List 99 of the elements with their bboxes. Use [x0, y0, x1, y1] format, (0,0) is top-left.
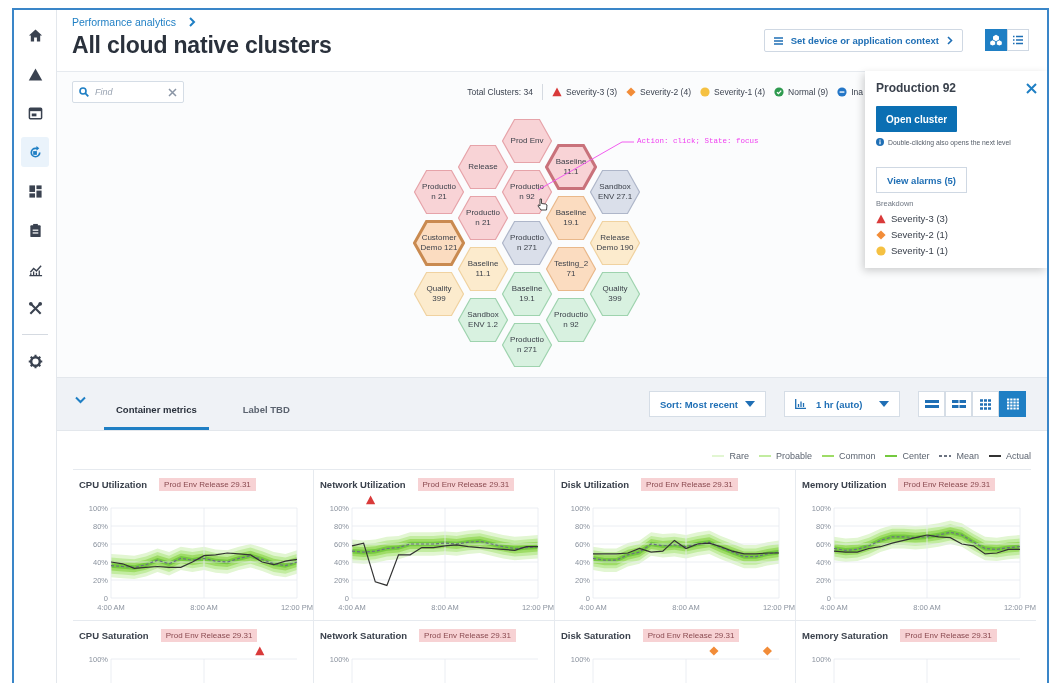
legend-label: Common	[838, 451, 876, 461]
clipboard-icon	[27, 222, 43, 238]
page-title: All cloud native clusters	[72, 32, 332, 59]
warning-triangle-icon	[366, 495, 376, 505]
settings-icon	[27, 353, 43, 369]
panel-title: Production 92	[876, 81, 956, 95]
breakdown-item: Severity-2 (1)	[891, 229, 948, 240]
chevron-down-icon[interactable]	[75, 396, 86, 404]
open-cluster-button[interactable]: Open cluster	[876, 106, 958, 132]
release-tag: Prod Env Release 29.31	[898, 477, 996, 491]
time-range-dropdown[interactable]: 1 hr (auto)	[784, 391, 900, 417]
breadcrumb-link[interactable]: Performance analytics	[72, 16, 176, 28]
cluster-hexagon[interactable]: Prod Env	[501, 118, 553, 164]
warning-icon	[27, 66, 43, 82]
warning-triangle-icon	[255, 646, 265, 656]
cluster-hexagon[interactable]: Productio n 92	[545, 296, 597, 343]
cluster-hexagon[interactable]: Quality 399	[413, 271, 465, 317]
cluster-hexagon[interactable]: Sandbox ENV 27.1	[589, 169, 641, 215]
diamond-icon	[709, 646, 719, 656]
warning-triangle-icon	[551, 87, 562, 97]
cluster-hexagon[interactable]: Productio n 271	[501, 220, 553, 266]
breakdown-item: Severity-3 (3)	[891, 213, 948, 224]
warning-triangle-icon	[876, 213, 886, 224]
cluster-hexagon[interactable]: Baseline 11.1	[545, 143, 597, 190]
chart-title: Disk Utilization	[561, 478, 630, 490]
diamond-icon	[876, 229, 886, 240]
cycle-icon	[27, 144, 43, 160]
cluster-hexagon[interactable]: Release	[457, 143, 509, 190]
cluster-hexagon[interactable]: Productio n 21	[457, 194, 509, 241]
release-tag: Prod Env Release 29.31	[900, 628, 997, 642]
release-tag: Prod Env Release 29.31	[642, 628, 740, 642]
chart-title: Memory Saturation	[802, 629, 889, 641]
chart-title: Disk Saturation	[561, 629, 631, 641]
cluster-hexagon[interactable]: Baseline 19.1	[545, 194, 597, 241]
list-icon	[773, 36, 783, 45]
sort-dropdown[interactable]: Sort: Most recent	[648, 391, 766, 417]
close-icon[interactable]	[1026, 82, 1037, 94]
chart-title: Network Saturation	[320, 629, 408, 641]
chart-title: Memory Utilization	[802, 478, 887, 490]
legend-label: Center	[902, 451, 930, 461]
caret-icon	[879, 401, 889, 407]
hexagon-grid-icon	[990, 34, 1002, 46]
clear-icon[interactable]	[168, 87, 177, 97]
rows-icon	[924, 399, 939, 409]
release-tag: Prod Env Release 29.31	[419, 628, 516, 642]
legend-label: Mean	[956, 451, 979, 461]
diamond-icon	[626, 87, 636, 97]
legend-label: Severity-2 (4)	[640, 87, 691, 97]
search-field[interactable]: Find	[72, 81, 184, 103]
cluster-hexagon[interactable]: Baseline 19.1	[501, 271, 553, 317]
legend-label: Rare	[729, 451, 749, 461]
total-clusters: Total Clusters: 34	[467, 87, 533, 97]
release-tag: Prod Env Release 29.31	[417, 477, 515, 491]
home-icon	[27, 27, 43, 43]
minus-circle-icon	[837, 87, 848, 97]
cluster-hexagon[interactable]: Productio n 21	[413, 169, 465, 215]
cluster-hexagon[interactable]: Baseline 11.1	[457, 245, 509, 292]
release-tag: Prod Env Release 29.31	[641, 477, 738, 491]
tools-icon	[27, 300, 43, 316]
cluster-hexagon[interactable]: Customer Demo 121	[413, 220, 465, 266]
grid-icon	[980, 398, 991, 410]
tab[interactable]: Label TBD	[230, 392, 302, 430]
release-tag: Prod Env Release 29.31	[160, 628, 258, 642]
info-icon	[876, 138, 884, 146]
legend-label: Severity-1 (4)	[714, 87, 765, 97]
context-button[interactable]: Set device or application context	[763, 29, 963, 52]
window-icon	[27, 105, 43, 121]
view-toggle[interactable]	[985, 29, 1007, 51]
circle-icon	[700, 87, 710, 97]
chart-title: Network Utilization	[320, 478, 406, 490]
breakdown-item: Severity-1 (1)	[891, 245, 948, 256]
chevron-right-icon	[187, 17, 196, 27]
grid-icon	[951, 399, 966, 409]
circle-icon	[876, 245, 886, 256]
list-icon	[1012, 34, 1024, 46]
legend-label: Normal (9)	[788, 87, 829, 97]
search-icon	[79, 87, 89, 97]
chevron-right-icon	[947, 36, 953, 45]
grid-icon	[1006, 398, 1019, 410]
cluster-hexagon[interactable]: Productio n 271	[501, 322, 553, 368]
cluster-hexagon[interactable]: Quality 399	[589, 271, 641, 317]
legend-label: Actual	[1006, 451, 1031, 461]
caret-icon	[745, 401, 755, 407]
dashboard-icon	[27, 183, 43, 199]
chart-title: CPU Saturation	[79, 629, 149, 641]
legend-label: Probable	[775, 451, 812, 461]
cluster-hexagon[interactable]: Sandbox ENV 1.2	[457, 296, 509, 343]
legend-label: Severity-3 (3)	[565, 87, 617, 97]
view-alarms-button[interactable]: View alarms (5)	[876, 167, 967, 193]
cluster-hexagon[interactable]: Testing_2 71	[545, 245, 597, 292]
legend-label: Ina	[851, 87, 863, 97]
release-tag: Prod Env Release 29.31	[159, 477, 256, 491]
cluster-hexagon[interactable]: Release Demo 190	[589, 220, 641, 266]
cluster-hexagon[interactable]: Productio n 92	[501, 169, 553, 215]
chart-title: CPU Utilization	[79, 478, 148, 490]
check-circle-icon	[774, 87, 784, 97]
layout-toggle[interactable]	[999, 391, 1026, 417]
diamond-icon	[762, 646, 772, 656]
bar-chart-icon	[795, 399, 806, 409]
